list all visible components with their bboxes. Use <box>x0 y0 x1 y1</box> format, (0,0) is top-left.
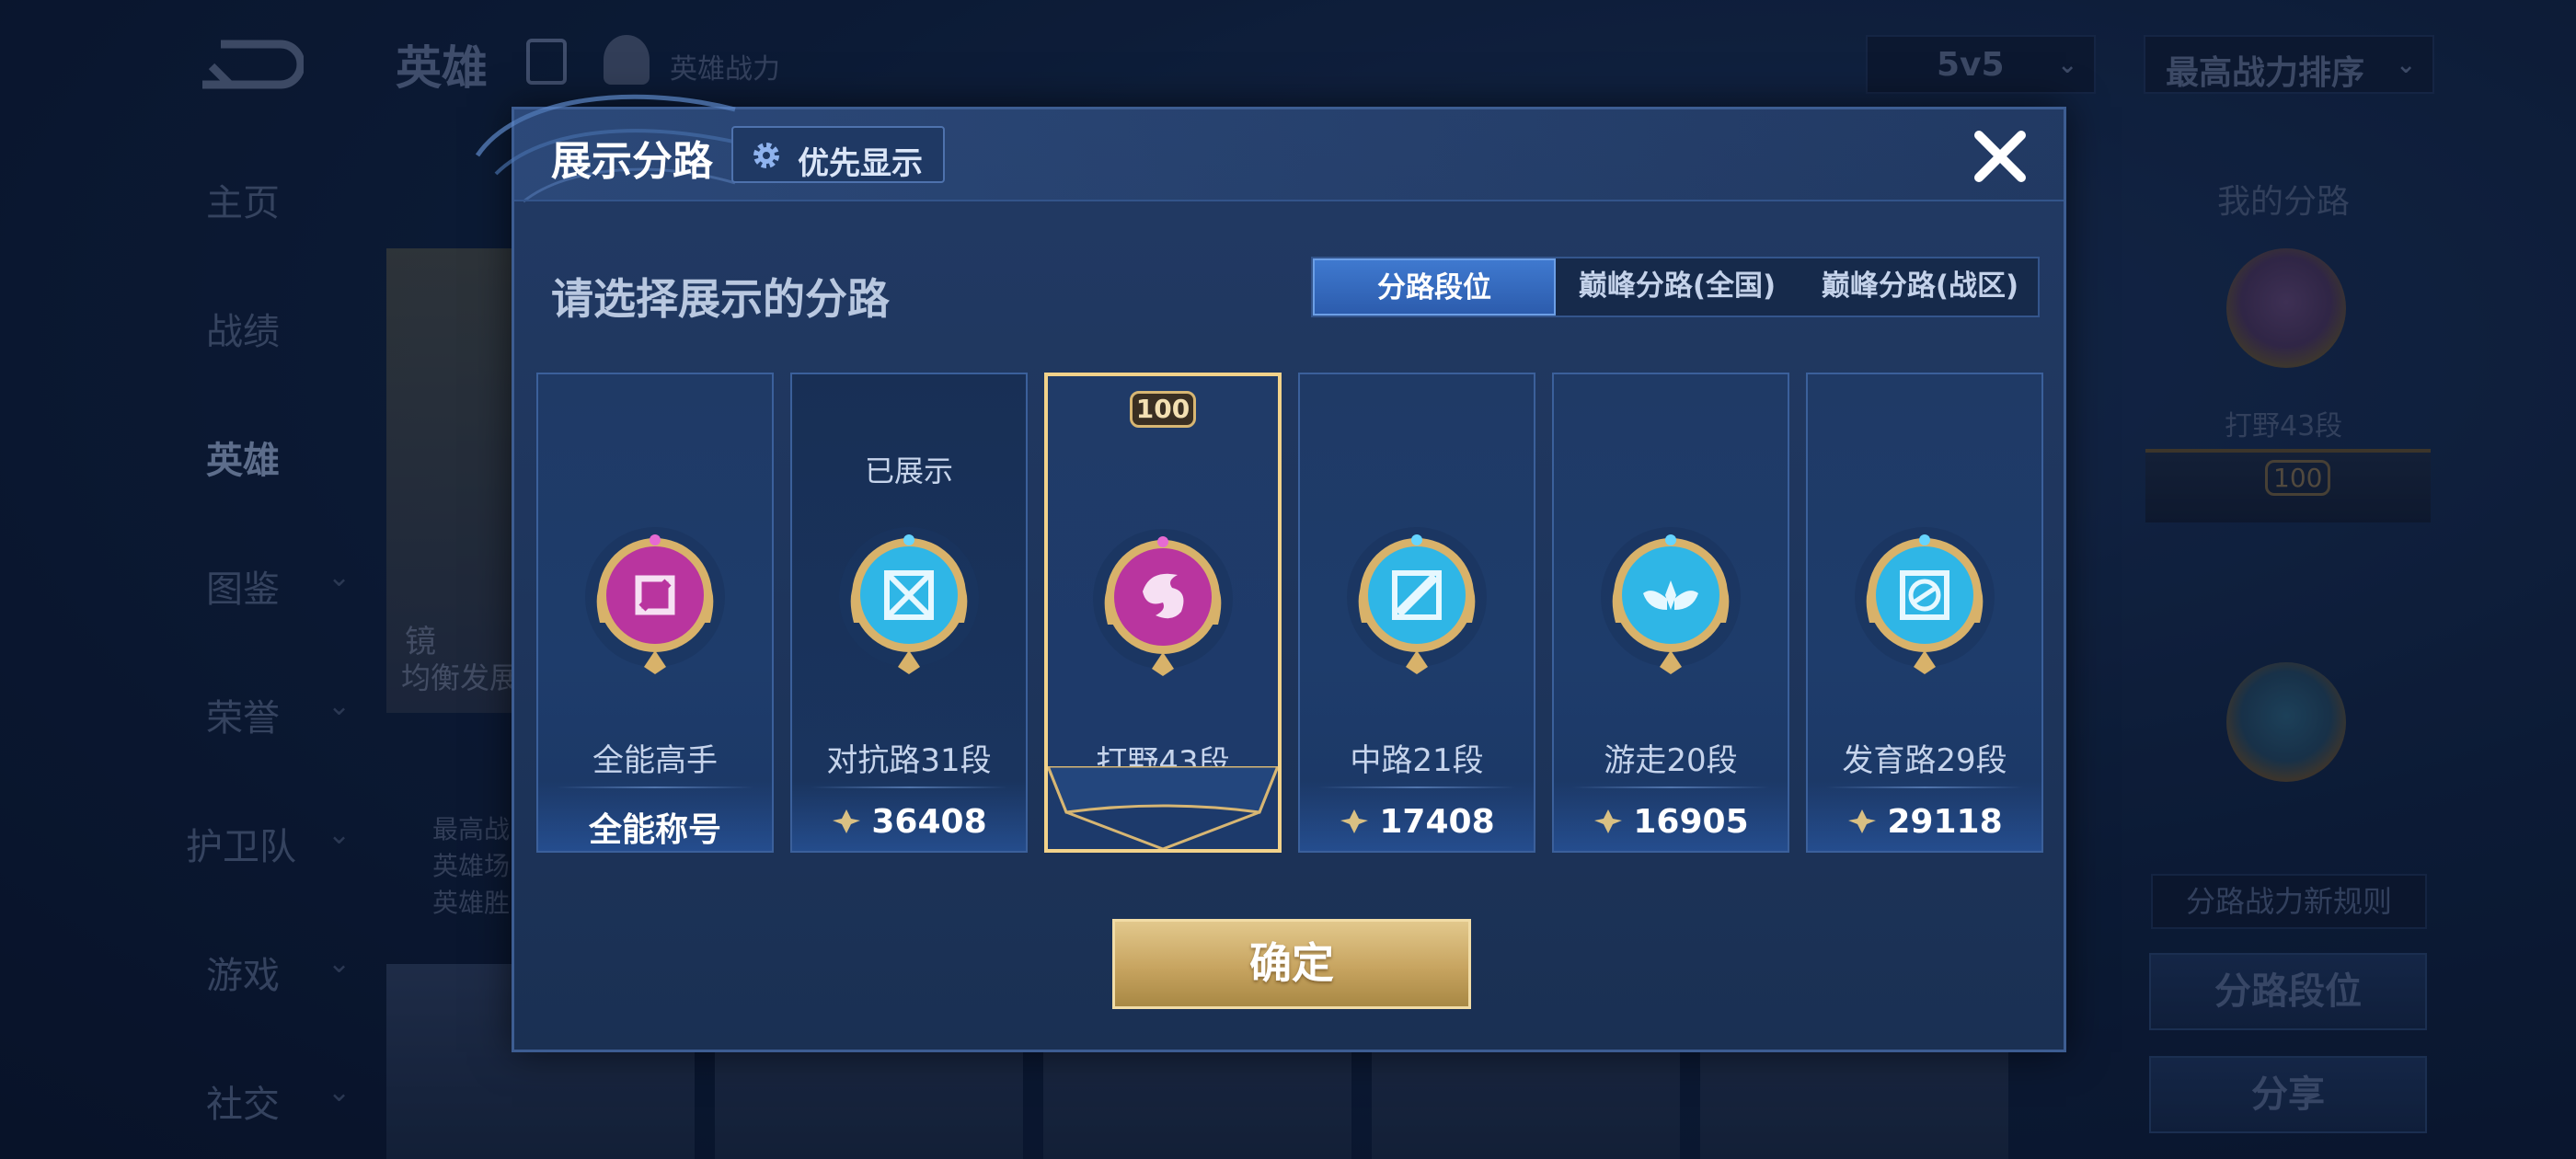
lane-name: 中路21段 <box>1350 742 1484 779</box>
rank-plate <box>1048 766 1278 849</box>
dialog-title: 展示分路 <box>551 138 713 185</box>
lane-card-mid-lane[interactable]: 中路21段 17408 <box>1298 373 1535 853</box>
power-icon <box>1594 809 1623 833</box>
power-icon <box>1848 809 1877 833</box>
lane-name: 对抗路31段 <box>826 742 992 779</box>
lane-card-jungle[interactable]: 打野43段 100 <box>1044 373 1282 853</box>
lane-power-value: 17408 <box>1379 803 1495 841</box>
roam-badge-icon <box>1601 527 1741 674</box>
tab-peak-lane-region[interactable]: 巅峰分路(战区) <box>1799 258 2041 316</box>
close-icon[interactable] <box>1968 124 2032 189</box>
lane-footer-label: 全能称号 <box>588 811 721 849</box>
clash-lane-badge-icon <box>839 527 979 674</box>
jungle-badge-icon <box>1093 529 1233 676</box>
all-round-badge-icon <box>585 527 725 674</box>
lane-power: 17408 <box>1300 803 1534 841</box>
lane-card-farm-lane[interactable]: 发育路29段 29118 <box>1806 373 2043 853</box>
power-icon <box>833 809 861 833</box>
lane-power: 36408 <box>792 803 1026 841</box>
confirm-button[interactable]: 确定 <box>1112 919 1471 1009</box>
priority-display-label: 优先显示 <box>798 145 923 182</box>
lane-power: 29118 <box>1808 803 2041 841</box>
mid-lane-badge-icon <box>1347 527 1487 674</box>
lane-power-value: 29118 <box>1887 803 2003 841</box>
lane-display-dialog: 展示分路 优先显示 请选择展示的分路 分路段位 巅峰分路(全国) 巅峰分路(战区… <box>475 94 2066 1052</box>
tab-lane-rank[interactable]: 分路段位 <box>1313 258 1556 316</box>
lane-power-value: 36408 <box>871 803 987 841</box>
lane-card-all-round[interactable]: 全能高手 全能称号 <box>536 373 774 853</box>
priority-display-button[interactable]: 优先显示 <box>731 126 945 183</box>
tab-peak-lane-national[interactable]: 巅峰分路(全国) <box>1556 258 1799 316</box>
lane-tabs: 分路段位 巅峰分路(全国) 巅峰分路(战区) <box>1311 257 2040 317</box>
gear-icon <box>753 143 779 168</box>
lane-card-roam[interactable]: 游走20段 16905 <box>1552 373 1789 853</box>
lane-name: 全能高手 <box>592 742 718 779</box>
power-icon <box>1340 809 1369 833</box>
lane-name: 游走20段 <box>1604 742 1738 779</box>
dialog-header: 展示分路 优先显示 <box>514 109 2064 201</box>
lane-card-clash-lane[interactable]: 已展示 对抗路31段 36408 <box>790 373 1028 853</box>
lane-power-value: 16905 <box>1633 803 1749 841</box>
lane-name: 发育路29段 <box>1842 742 2007 779</box>
farm-lane-badge-icon <box>1855 527 1995 674</box>
select-lane-title: 请选择展示的分路 <box>551 274 890 324</box>
lane-power: 16905 <box>1554 803 1788 841</box>
rank-number: 100 <box>1130 391 1196 428</box>
displayed-label: 已展示 <box>864 453 953 488</box>
